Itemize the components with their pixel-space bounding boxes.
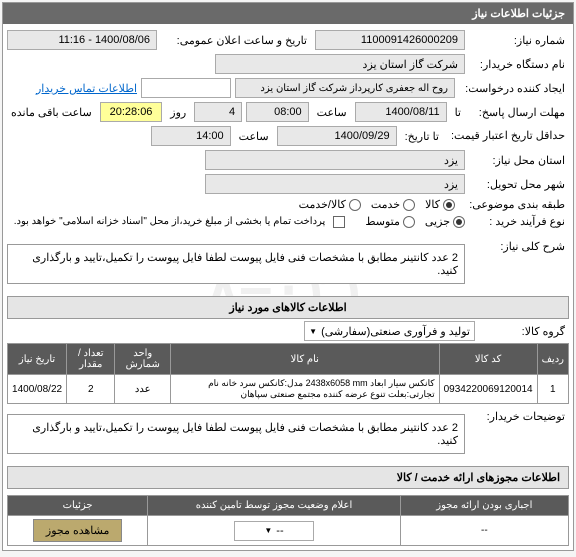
cls-both-item[interactable]: کالا/خدمت <box>299 198 361 211</box>
pt-medium-item[interactable]: متوسط <box>365 215 415 228</box>
view-license-button[interactable]: مشاهده مجوز <box>33 519 122 542</box>
cls-goods-item[interactable]: کالا <box>425 198 455 211</box>
classification-group: کالا خدمت کالا/خدمت <box>299 198 455 211</box>
classification-label: طبقه بندی موضوعی: <box>459 198 569 211</box>
min-valid-label: حداقل تاریخ اعتبار قیمت: <box>447 130 569 142</box>
radio-icon <box>403 199 415 211</box>
day-label: روز <box>166 106 190 119</box>
chevron-down-icon: ▼ <box>309 327 317 336</box>
cell-supplier-status: -- ▼ <box>148 516 400 546</box>
purchase-type-label: نوع فرآیند خرید : <box>469 215 569 228</box>
radio-icon <box>443 199 455 211</box>
row-requester: ایجاد کننده درخواست: روح‌ اله جعفری کارپ… <box>7 76 569 100</box>
row-buyer-notes: توضیحات خریدار: 2 عدد کانتینر مطابق با م… <box>7 408 569 460</box>
cell-qty: 2 <box>67 375 115 404</box>
goods-section-header: اطلاعات کالاهای مورد نیاز <box>7 296 569 319</box>
announce-dt-value: 1400/08/06 - 11:16 <box>7 30 157 50</box>
need-no-value: 1100091426000209 <box>315 30 465 50</box>
time-label-1: ساعت <box>313 106 351 119</box>
buyer-notes-box: 2 عدد کانتینر مطابق با مشخصات فنی فایل پ… <box>7 414 465 454</box>
contact-input[interactable] <box>141 78 231 98</box>
panel-title: جزئیات اطلاعات نیاز <box>3 3 573 24</box>
cell-code: 0934220069120014 <box>439 375 537 404</box>
cls-service-item[interactable]: خدمت <box>371 198 415 211</box>
general-desc-box: 2 عدد کانتینر مطابق با مشخصات فنی فایل پ… <box>7 244 465 284</box>
delivery-city-label: شهر محل تحویل: <box>469 178 569 191</box>
to-date-label: تا تاریخ: <box>401 130 443 143</box>
panel-body: ۰۲۱–۸ شماره نیاز: 1100091426000209 تاریخ… <box>3 24 573 550</box>
payment-note: پرداخت تمام یا بخشی از مبلغ خرید،از محل … <box>10 216 330 227</box>
general-desc-label: شرح کلی نیاز: <box>469 240 569 253</box>
th-unit: واحد شمارش <box>115 344 171 375</box>
row-purchase-type: نوع فرآیند خرید : جزیی متوسط پرداخت تمام… <box>7 213 569 230</box>
main-panel: جزئیات اطلاعات نیاز ۰۲۱–۸ شماره نیاز: 11… <box>2 2 574 551</box>
buyer-value: شرکت گاز استان یزد <box>215 54 465 74</box>
delivery-city-value: یزد <box>205 174 465 194</box>
goods-table: ردیف کد کالا نام کالا واحد شمارش تعداد /… <box>7 343 569 404</box>
need-place-value: یزد <box>205 150 465 170</box>
th-date: تاریخ نیاز <box>8 344 67 375</box>
row-reply-deadline: مهلت ارسال پاسخ: تا 1400/08/11 ساعت 08:0… <box>7 100 569 124</box>
treasury-checkbox[interactable] <box>333 216 345 228</box>
th-details: جزئیات <box>8 496 148 516</box>
row-min-valid: حداقل تاریخ اعتبار قیمت: تا تاریخ: 1400/… <box>7 124 569 148</box>
goods-group-select[interactable]: تولید و فرآوری صنعتی(سفارشی) ▼ <box>304 321 475 341</box>
radio-icon <box>453 216 465 228</box>
buyer-notes-label: توضیحات خریدار: <box>469 410 569 423</box>
remaining-time: 20:28:06 <box>100 102 163 122</box>
radio-icon <box>403 216 415 228</box>
row-delivery-city: شهر محل تحویل: یزد <box>7 172 569 196</box>
min-valid-time: 14:00 <box>151 126 231 146</box>
th-code: کد کالا <box>439 344 537 375</box>
contact-link[interactable]: اطلاعات تماس خریدار <box>36 82 137 95</box>
reply-deadline-label: مهلت ارسال پاسخ: <box>469 106 569 119</box>
cell-details: مشاهده مجوز <box>8 516 148 546</box>
chevron-down-icon: ▼ <box>264 526 272 535</box>
license-section-header: اطلاعات مجوزهای ارائه خدمت / کالا <box>7 466 569 489</box>
time-label-2: ساعت <box>235 130 273 143</box>
row-goods-group: گروه کالا: تولید و فرآوری صنعتی(سفارشی) … <box>7 319 569 343</box>
reply-time: 08:00 <box>246 102 309 122</box>
min-valid-date: 1400/09/29 <box>277 126 397 146</box>
th-mandatory: اجباری بودن ارائه مجوز <box>400 496 568 516</box>
row-buyer: نام دستگاه خریدار: شرکت گاز استان یزد <box>7 52 569 76</box>
cell-date: 1400/08/22 <box>8 375 67 404</box>
th-supplier-status: اعلام وضعیت مجوز توسط تامین کننده <box>148 496 400 516</box>
remaining-label: ساعت باقی مانده <box>7 106 96 119</box>
goods-group-label: گروه کالا: <box>479 325 569 338</box>
th-name: نام کالا <box>171 344 440 375</box>
pt-partial-item[interactable]: جزیی <box>425 215 465 228</box>
cell-name: کانکس سیار ابعاد 2438x6058 mm مدل:کانکس … <box>171 375 440 404</box>
announce-dt-label: تاریخ و ساعت اعلان عمومی: <box>161 34 311 47</box>
th-row: ردیف <box>537 344 568 375</box>
row-need-place: استان محل نیاز: یزد <box>7 148 569 172</box>
requester-value: روح‌ اله جعفری کارپرداز شرکت گاز استان ی… <box>235 78 455 98</box>
th-qty: تعداد / مقدار <box>67 344 115 375</box>
license-table: اجباری بودن ارائه مجوز اعلام وضعیت مجوز … <box>7 495 569 546</box>
cell-unit: عدد <box>115 375 171 404</box>
need-no-label: شماره نیاز: <box>469 34 569 47</box>
requester-label: ایجاد کننده درخواست: <box>459 82 569 95</box>
cell-mandatory: -- <box>400 516 568 546</box>
cell-idx: 1 <box>537 375 568 404</box>
purchase-type-group: جزیی متوسط <box>365 215 465 228</box>
days-value: 4 <box>194 102 242 122</box>
table-row: -- -- ▼ مشاهده مجوز <box>8 516 569 546</box>
table-row: 1 0934220069120014 کانکس سیار ابعاد 2438… <box>8 375 569 404</box>
reply-date: 1400/08/11 <box>355 102 447 122</box>
row-classification: طبقه بندی موضوعی: کالا خدمت کالا/خدمت <box>7 196 569 213</box>
radio-icon <box>349 199 361 211</box>
supplier-status-select[interactable]: -- ▼ <box>234 521 314 541</box>
row-need-no: شماره نیاز: 1100091426000209 تاریخ و ساع… <box>7 28 569 52</box>
need-place-label: استان محل نیاز: <box>469 154 569 167</box>
reply-to-label: تا <box>451 106 465 119</box>
row-general-desc: شرح کلی نیاز: 2 عدد کانتینر مطابق با مشخ… <box>7 238 569 290</box>
buyer-label: نام دستگاه خریدار: <box>469 58 569 71</box>
